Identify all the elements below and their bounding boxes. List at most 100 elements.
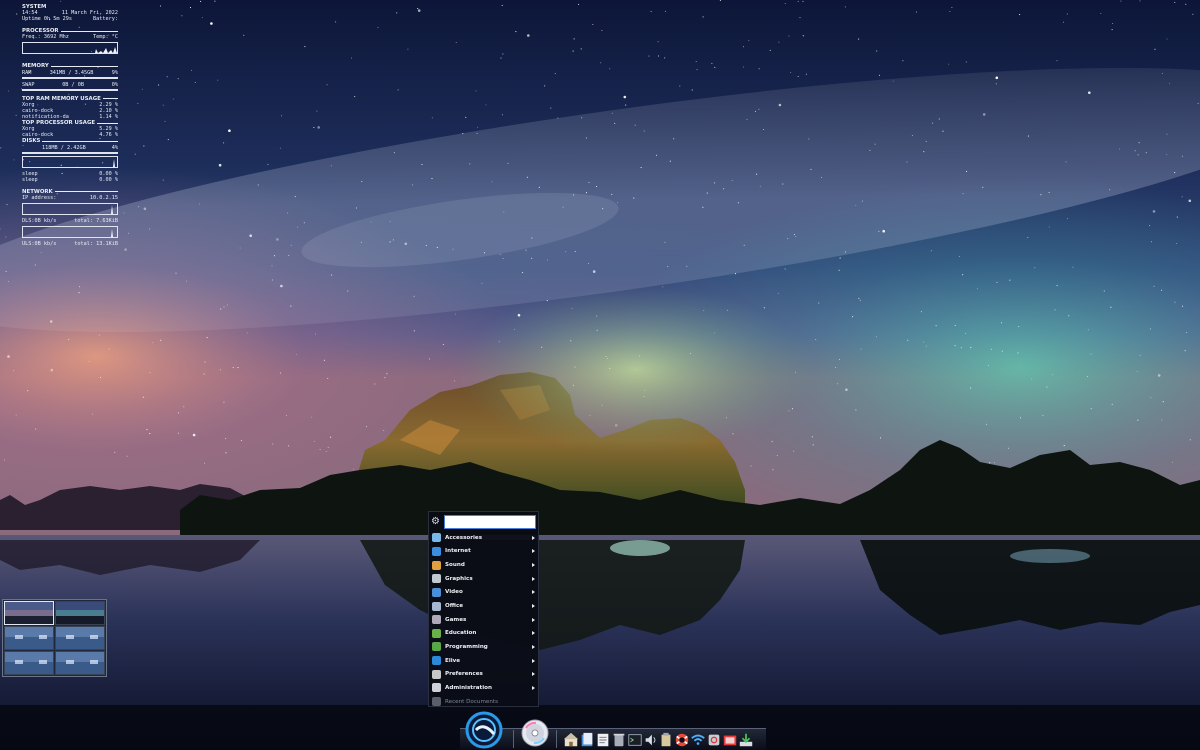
- ip-value: 10.0.2.15: [89, 194, 118, 201]
- ip-label: IP address:: [22, 194, 57, 201]
- volume-launcher[interactable]: [643, 732, 659, 748]
- programming-icon: [432, 642, 441, 652]
- file-manager-launcher[interactable]: [579, 732, 595, 748]
- menu-item-sound[interactable]: Sound: [429, 558, 538, 572]
- menu-item-office[interactable]: Office: [429, 599, 538, 613]
- education-icon: [432, 628, 441, 638]
- processor-row: Freq.: 3692 Mhz Temp: °C: [22, 34, 118, 40]
- elive-logo-icon: [465, 711, 503, 749]
- gear-icon[interactable]: ⚙: [431, 516, 440, 528]
- administration-icon: [432, 683, 441, 693]
- menu-item-internet[interactable]: Internet: [429, 545, 538, 559]
- text-editor-icon: [597, 733, 609, 747]
- menu-item-label: Preferences: [445, 671, 483, 678]
- shutdown-launcher[interactable]: [706, 732, 722, 748]
- menu-item-label: Programming: [445, 643, 488, 650]
- elive-launcher-button[interactable]: [464, 710, 504, 750]
- menu-item-education[interactable]: Education: [429, 626, 538, 640]
- submenu-arrow-icon: [532, 535, 535, 540]
- swap-label: SWAP: [22, 81, 35, 88]
- upload-speed: ULS:0B kb/s: [22, 241, 57, 248]
- menu-item-label: Education: [445, 630, 477, 637]
- games-icon: [432, 615, 441, 625]
- dock-separator: [513, 730, 514, 748]
- battery-text: Battery:: [93, 16, 118, 23]
- menu-item-accessories[interactable]: Accessories: [429, 531, 538, 545]
- disk-percent: 4%: [111, 144, 118, 151]
- menu-item-programming[interactable]: Programming: [429, 640, 538, 654]
- elive-icon: [432, 656, 441, 666]
- menu-item-label: Sound: [445, 562, 465, 569]
- submenu-arrow-icon: [532, 644, 535, 649]
- workspace-2[interactable]: [55, 601, 105, 625]
- clipboard-launcher[interactable]: [658, 732, 674, 748]
- office-icon: [432, 601, 441, 611]
- workspace-6[interactable]: [55, 651, 105, 675]
- uptime-text: Uptime 0h 5m 29s: [22, 16, 72, 23]
- download-launcher[interactable]: [738, 732, 754, 748]
- accessories-icon: [432, 533, 441, 543]
- workspace-4[interactable]: [55, 626, 105, 650]
- ram-label: RAM: [22, 69, 32, 76]
- ram-percent: 9%: [111, 69, 118, 76]
- workspace-pager: [2, 599, 107, 677]
- volume-icon: [645, 734, 655, 746]
- upload-row: ULS:0B kb/s total: 13.1KiB: [22, 241, 118, 247]
- terminal-launcher[interactable]: [627, 732, 643, 748]
- swap-row: SWAP 0B / 0B 0%: [22, 82, 118, 88]
- menu-item-label: Internet: [445, 548, 471, 555]
- recent-icon: [432, 697, 441, 706]
- shutdown-icon: [708, 734, 720, 746]
- home-folder-launcher[interactable]: [563, 732, 579, 748]
- menu-item-video[interactable]: Video: [429, 586, 538, 600]
- dock-separator: [556, 730, 557, 748]
- submenu-arrow-icon: [532, 658, 535, 663]
- wallpaper-image: [0, 0, 1200, 750]
- menu-item-recent-documents[interactable]: Recent Documents: [429, 695, 538, 709]
- help-lifebuoy-launcher[interactable]: [674, 732, 690, 748]
- workspace-3[interactable]: [4, 626, 54, 650]
- wifi-icon: [691, 734, 705, 745]
- submenu-arrow-icon: [532, 563, 535, 568]
- video-icon: [432, 587, 441, 597]
- upload-graph: [22, 226, 118, 239]
- submenu-arrow-icon: [532, 631, 535, 636]
- cpu-graph: [22, 42, 118, 55]
- submenu-arrow-icon: [532, 672, 535, 677]
- ram-value: 341MB / 3.45GB: [49, 69, 94, 76]
- menu-item-preferences[interactable]: Preferences: [429, 667, 538, 681]
- disk-value: 118MB / 2.42GB: [42, 144, 86, 151]
- wifi-launcher[interactable]: [690, 732, 706, 748]
- menu-item-games[interactable]: Games: [429, 613, 538, 627]
- disc-button[interactable]: [520, 718, 550, 748]
- menu-item-label: Recent Documents: [445, 698, 499, 705]
- menu-item-label: Elive: [445, 657, 461, 664]
- screenshot-launcher[interactable]: [722, 732, 738, 748]
- uptime-row: Uptime 0h 5m 29s Battery:: [22, 16, 118, 22]
- submenu-arrow-icon: [532, 549, 535, 554]
- text-editor-launcher[interactable]: [595, 732, 611, 748]
- menu-item-label: Office: [445, 603, 464, 610]
- trash-launcher[interactable]: [611, 732, 627, 748]
- trash-icon: [613, 733, 625, 747]
- terminal-icon: [627, 734, 642, 746]
- workspace-5[interactable]: [4, 651, 54, 675]
- menu-item-elive[interactable]: Elive: [429, 654, 538, 668]
- disk-row: 118MB / 2.42GB 4%: [22, 145, 118, 151]
- home-folder-icon: [563, 732, 579, 747]
- download-speed: DLS:0B kb/s: [22, 217, 57, 224]
- menu-search-input[interactable]: [444, 514, 536, 529]
- menu-item-graphics[interactable]: Graphics: [429, 572, 538, 586]
- submenu-arrow-icon: [532, 604, 535, 609]
- menu-item-label: Graphics: [445, 575, 473, 582]
- disk-graph: [22, 155, 118, 168]
- sound-icon: [432, 560, 441, 570]
- screenshot-icon: [723, 735, 737, 746]
- menu-item-administration[interactable]: Administration: [429, 681, 538, 695]
- ram-bar: [22, 76, 118, 79]
- desktop-wallpaper[interactable]: [0, 0, 1200, 750]
- workspace-1[interactable]: [4, 601, 54, 625]
- globe-icon: [432, 546, 441, 556]
- clipboard-icon: [661, 732, 671, 747]
- system-monitor: SYSTEM 14:54 11 March Fri, 2022 Uptime 0…: [22, 2, 118, 247]
